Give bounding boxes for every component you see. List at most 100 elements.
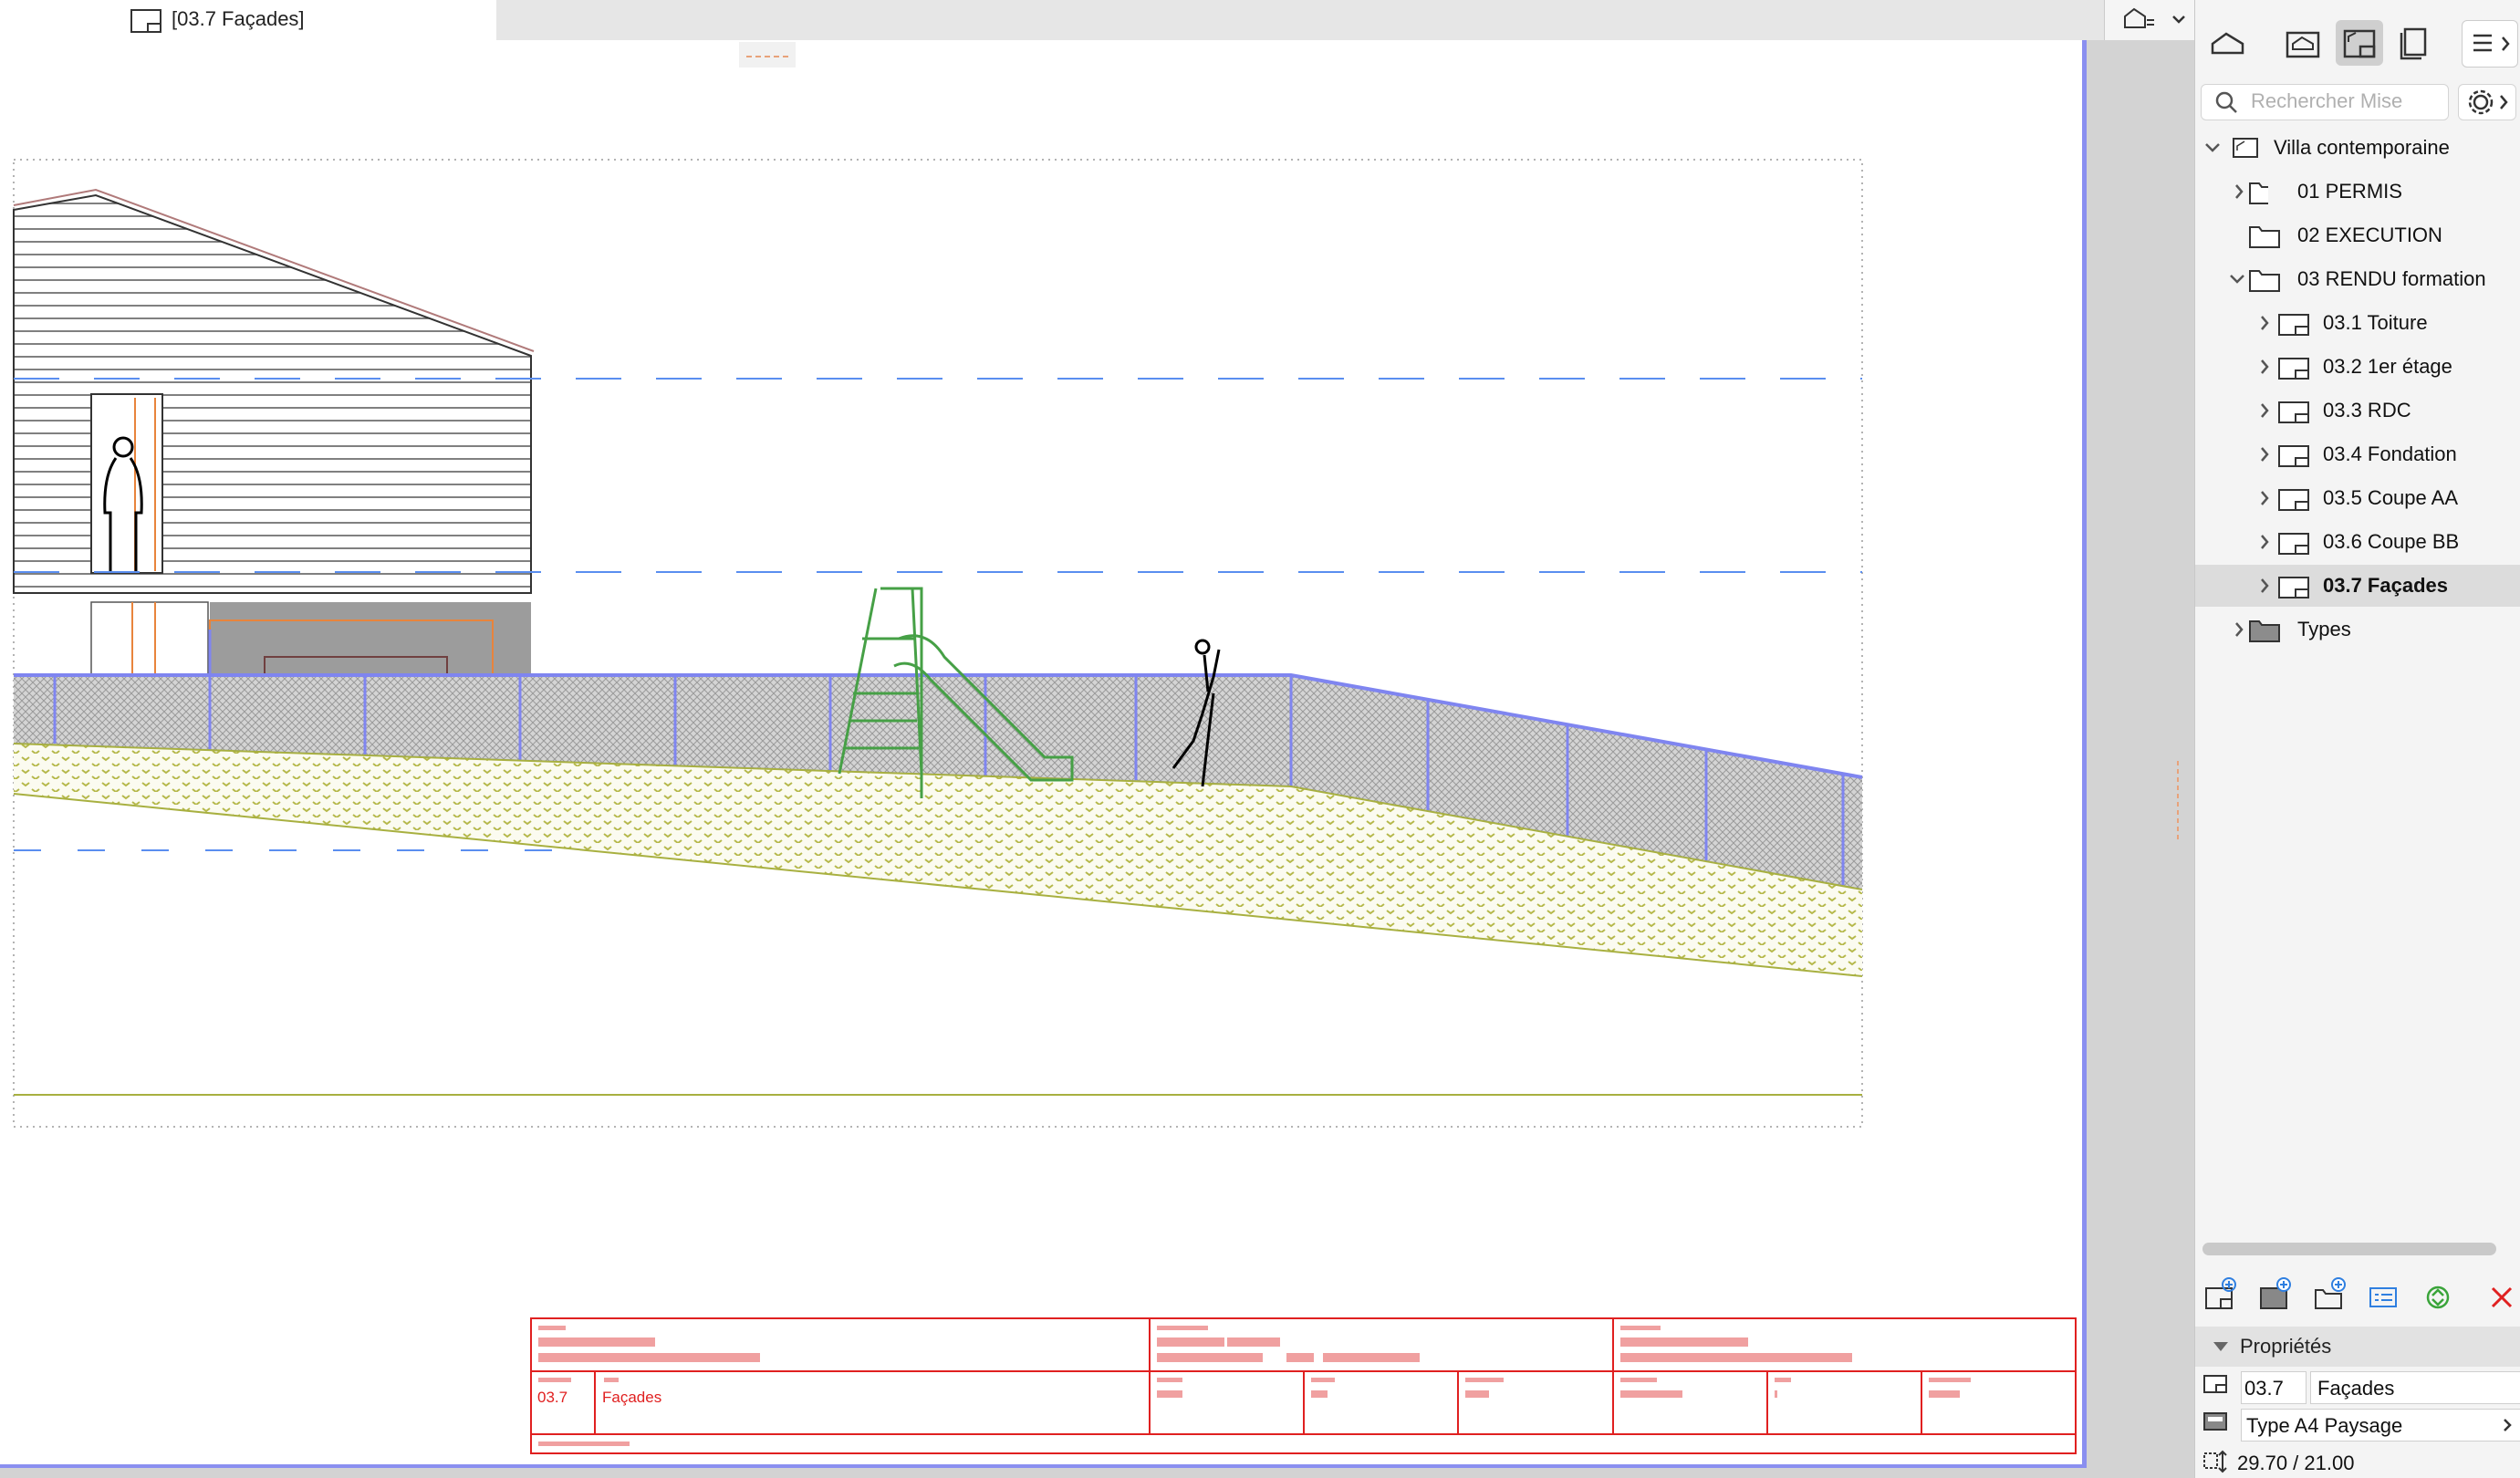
folder-icon (2249, 226, 2280, 248)
folder-icon (2249, 620, 2280, 642)
tree-item-label: 03 RENDU formation (2297, 267, 2486, 290)
navigator-bottom-toolbar (2205, 1277, 2513, 1309)
new-layout-icon (2205, 1277, 2236, 1309)
title-block-number: 03.7 (537, 1389, 568, 1406)
view-options-icon (2124, 7, 2185, 28)
panel-menu-button[interactable] (2462, 20, 2518, 68)
split-marker (2177, 761, 2179, 843)
tree-item-03-7[interactable]: 03.7 Façades (2195, 565, 2520, 607)
layout-id-value: 03.7 (2244, 1377, 2284, 1400)
tree-item-types[interactable]: Types (2195, 609, 2520, 651)
tree-root-label: Villa contemporaine (2274, 136, 2450, 159)
layout-icon (2278, 445, 2309, 467)
tree-item-03-6[interactable]: 03.6 Coupe BB (2195, 521, 2520, 563)
folder-row-icons (2235, 182, 2268, 204)
chevron-right-icon (2261, 447, 2269, 462)
folder-row-icons (2230, 270, 2280, 292)
layout-icon (2203, 1375, 2227, 1393)
project-map-icon (2211, 32, 2244, 55)
chevron-right-icon (2261, 535, 2269, 549)
publisher-sets-button[interactable] (2390, 20, 2438, 66)
layout-icon (2278, 358, 2309, 380)
triangle-down-icon (2213, 1342, 2228, 1351)
tree-item-03-4[interactable]: 03.4 Fondation (2195, 433, 2520, 475)
layout-book-button[interactable] (2336, 20, 2383, 66)
search-icon (2215, 91, 2237, 113)
tree-item-03-5[interactable]: 03.5 Coupe AA (2195, 477, 2520, 519)
layout-book-icon (2343, 29, 2376, 58)
layout-icon (2278, 401, 2309, 423)
facade-drawing (13, 42, 2077, 1454)
layout-row-icons (2261, 314, 2309, 336)
tree-item-03-3[interactable]: 03.3 RDC (2195, 390, 2520, 432)
folder-row-icons (2249, 226, 2280, 248)
master-select-value: Type A4 Paysage (2246, 1414, 2403, 1437)
properties-title: Propriétés (2240, 1335, 2332, 1358)
view-map-icon (2286, 31, 2320, 58)
delete-icon (2491, 1286, 2513, 1308)
layout-row-icons (2261, 577, 2309, 598)
layout-icon (2278, 577, 2309, 598)
settings-list-icon (2369, 1287, 2397, 1307)
tree-item-label: 03.7 Façades (2323, 574, 2448, 597)
chevron-right-icon (2261, 403, 2269, 418)
title-block-name: Façades (602, 1389, 662, 1406)
tree-item-03-rendu[interactable]: 03 RENDU formation (2195, 258, 2520, 300)
master-layout-icon (2203, 1412, 2227, 1431)
chevron-right-icon (2261, 491, 2269, 505)
canvas-gutter (2087, 40, 2194, 1478)
chevron-right-icon (2235, 622, 2244, 637)
layout-row-icons (2261, 401, 2309, 423)
tree-item-03-1[interactable]: 03.1 Toiture (2195, 302, 2520, 344)
tree-item-03-2[interactable]: 03.2 1er étage (2195, 346, 2520, 388)
size-icon (2203, 1450, 2227, 1473)
layout-row-icons (2261, 533, 2309, 555)
project-map-button[interactable] (2204, 20, 2252, 66)
chevron-right-icon (2235, 184, 2244, 199)
root-icons (2205, 138, 2258, 158)
tree-item-label: 03.2 1er étage (2323, 355, 2452, 378)
layout-icon (2278, 314, 2309, 336)
tree-item-02-execution[interactable]: 02 EXECUTION (2195, 214, 2520, 256)
chevron-down-icon (2205, 143, 2220, 152)
layout-size-value: 29.70 / 21.00 (2237, 1452, 2355, 1474)
layout-row-icons (2261, 445, 2309, 467)
tree-item-label: 03.3 RDC (2323, 399, 2411, 422)
horizontal-scrollbar[interactable] (2202, 1243, 2496, 1255)
tab-title: [03.7 Façades] (172, 7, 305, 30)
tree-item-label: 03.4 Fondation (2323, 442, 2457, 465)
tree-item-label: Types (2297, 618, 2351, 640)
gear-icon (2468, 89, 2508, 115)
settings-button[interactable] (2458, 84, 2516, 120)
layout-icon (2278, 533, 2309, 555)
folder-row-icons (2235, 620, 2280, 642)
chevron-right-icon (2504, 1419, 2512, 1431)
tree-item-label: 03.6 Coupe BB (2323, 530, 2460, 553)
new-folder-icon (2315, 1277, 2346, 1309)
view-map-button[interactable] (2279, 20, 2327, 66)
tree-item-label: 01 PERMIS (2297, 180, 2402, 203)
layout-name-value: Façades (2317, 1377, 2395, 1400)
tree-item-01-permis[interactable]: 01 PERMIS (2195, 171, 2520, 213)
tree-item-label: 03.5 Coupe AA (2323, 486, 2459, 509)
folder-icon (2249, 182, 2268, 204)
tree-item-label: 02 EXECUTION (2297, 224, 2442, 246)
search-placeholder: Rechercher Mise (2251, 89, 2403, 112)
layout-row-icons (2261, 489, 2309, 511)
refresh-icon (2426, 1285, 2450, 1309)
publisher-sets-icon (2400, 27, 2427, 60)
layout-icon (2278, 489, 2309, 511)
chevron-right-icon (2261, 578, 2269, 593)
layout-icon (130, 9, 161, 33)
new-master-icon (2260, 1277, 2291, 1309)
layout-canvas[interactable]: 03.7 Façades (0, 40, 2085, 1467)
view-options-button[interactable] (2104, 0, 2195, 40)
tree-item-label: 03.1 Toiture (2323, 311, 2428, 334)
layout-row-icons (2261, 358, 2309, 380)
chevron-right-icon (2261, 316, 2269, 330)
chevron-right-icon (2261, 359, 2269, 374)
chevron-down-icon (2230, 275, 2244, 284)
folder-icon (2249, 270, 2280, 292)
tree-root[interactable]: Villa contemporaine (2195, 127, 2520, 169)
menu-icon (2473, 34, 2510, 52)
